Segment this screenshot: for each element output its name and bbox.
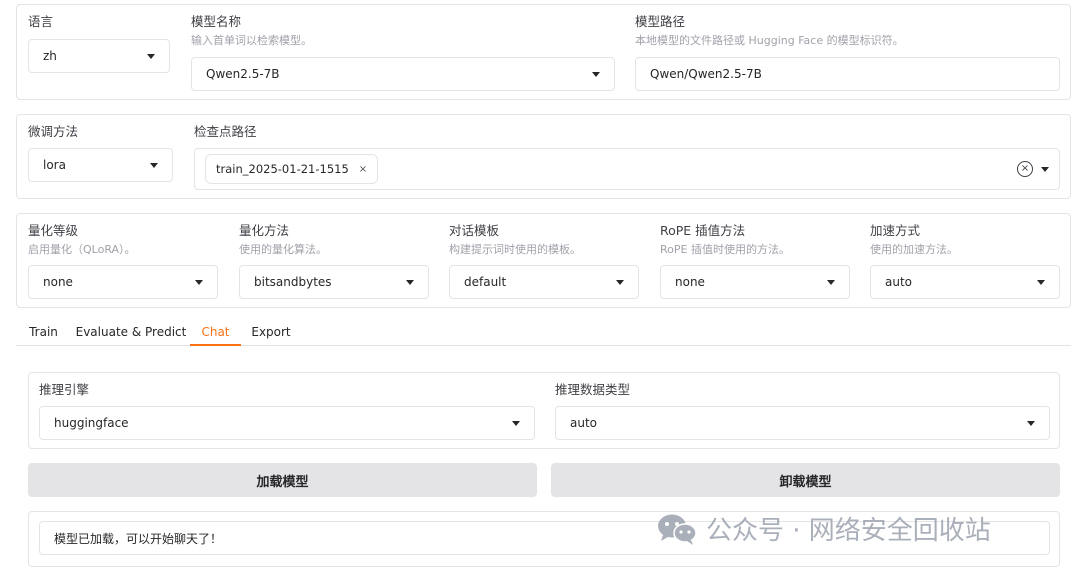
model-name-label: 模型名称 <box>191 14 242 29</box>
infer-backend-select[interactable]: huggingface <box>39 406 535 440</box>
template-label: 对话模板 <box>449 223 500 238</box>
chevron-down-icon <box>827 279 835 285</box>
chevron-down-icon <box>195 279 203 285</box>
finetune-method-select[interactable]: lora <box>28 148 173 182</box>
clear-icon[interactable]: × <box>1017 161 1033 177</box>
wechat-icon <box>658 514 697 545</box>
checkpoint-label: 检查点路径 <box>194 124 257 139</box>
infer-backend-label: 推理引擎 <box>39 382 90 397</box>
chevron-down-icon <box>406 279 414 285</box>
quant-method-value: bitsandbytes <box>254 275 332 289</box>
chevron-down-icon <box>147 53 155 59</box>
quant-method-info: 使用的量化算法。 <box>239 243 327 256</box>
tab-export[interactable]: Export <box>245 320 297 346</box>
model-path-field: 模型路径 本地模型的文件路径或 Hugging Face 的模型标识符。 <box>635 14 904 48</box>
language-field: 语言 <box>28 14 53 30</box>
chevron-down-icon <box>150 162 158 168</box>
quant-bit-info: 启用量化（QLoRA）。 <box>28 243 136 256</box>
quant-bit-value: none <box>43 275 73 289</box>
infer-backend-field: 推理引擎 <box>39 382 89 398</box>
quant-method-select[interactable]: bitsandbytes <box>239 265 429 299</box>
infer-dtype-select[interactable]: auto <box>555 406 1050 440</box>
model-name-value: Qwen2.5-7B <box>206 67 280 81</box>
infer-dtype-value: auto <box>570 416 598 430</box>
quant-method-label: 量化方法 <box>239 223 290 238</box>
language-label: 语言 <box>28 14 54 29</box>
template-info: 构建提示词时使用的模板。 <box>449 243 581 256</box>
quant-bit-label: 量化等级 <box>28 223 79 238</box>
rope-label: RoPE 插值方法 <box>660 223 746 238</box>
tab-evaluate-predict[interactable]: Evaluate & Predict <box>74 320 188 346</box>
booster-value: auto <box>885 275 913 289</box>
model-panel: 语言 zh 模型名称 输入首单词以检索模型。 Qwen2.5-7B 模型路径 本… <box>16 4 1071 100</box>
chevron-down-icon <box>616 279 624 285</box>
infer-dtype-field: 推理数据类型 <box>555 382 630 398</box>
model-path-input[interactable]: Qwen/Qwen2.5-7B <box>635 57 1060 91</box>
checkpoint-chip-list: train_2025-01-21-1515 × <box>205 154 1017 184</box>
finetune-panel: 微调方法 lora 检查点路径 train_2025-01-21-1515 × … <box>16 114 1071 199</box>
rope-value: none <box>675 275 705 289</box>
watermark: 公众号 · 网络安全回收站 <box>656 510 991 547</box>
booster-select[interactable]: auto <box>870 265 1060 299</box>
model-name-info: 输入首单词以检索模型。 <box>191 34 312 47</box>
chevron-down-icon <box>512 420 520 426</box>
tab-chat[interactable]: Chat <box>190 320 241 346</box>
model-path-value: Qwen/Qwen2.5-7B <box>650 67 762 81</box>
template-value: default <box>464 275 507 289</box>
infer-backend-value: huggingface <box>54 416 129 430</box>
rope-field: RoPE 插值方法 RoPE 插值时使用的方法。 <box>660 223 790 257</box>
checkpoint-multiselect[interactable]: train_2025-01-21-1515 × × <box>194 148 1060 190</box>
chevron-down-icon[interactable] <box>1041 166 1049 172</box>
language-select[interactable]: zh <box>28 39 170 73</box>
checkpoint-chip-label: train_2025-01-21-1515 <box>216 162 349 176</box>
quant-bit-field: 量化等级 启用量化（QLoRA）。 <box>28 223 136 257</box>
booster-label: 加速方式 <box>870 223 921 238</box>
rope-info: RoPE 插值时使用的方法。 <box>660 243 790 256</box>
quant-bit-select[interactable]: none <box>28 265 218 299</box>
model-name-select[interactable]: Qwen2.5-7B <box>191 57 615 91</box>
template-field: 对话模板 构建提示词时使用的模板。 <box>449 223 581 257</box>
tab-train[interactable]: Train <box>16 320 71 346</box>
chevron-down-icon <box>1037 279 1045 285</box>
finetune-method-value: lora <box>43 158 66 172</box>
template-select[interactable]: default <box>449 265 639 299</box>
model-path-label: 模型路径 <box>635 14 686 29</box>
chevron-down-icon <box>1027 420 1035 426</box>
checkpoint-chip: train_2025-01-21-1515 × <box>205 154 379 184</box>
language-value: zh <box>43 49 57 63</box>
chip-close-icon[interactable]: × <box>359 164 367 175</box>
booster-field: 加速方式 使用的加速方法。 <box>870 223 958 257</box>
finetune-method-label: 微调方法 <box>28 124 79 139</box>
unload-model-button[interactable]: 卸载模型 <box>551 463 1060 497</box>
tab-bar: Train Evaluate & Predict Chat Export <box>16 320 1071 346</box>
booster-info: 使用的加速方法。 <box>870 243 958 256</box>
finetune-method-field: 微调方法 <box>28 124 78 140</box>
checkpoint-field: 检查点路径 <box>194 124 257 140</box>
advanced-panel: 量化等级 启用量化（QLoRA）。 none 量化方法 使用的量化算法。 bit… <box>16 213 1071 308</box>
watermark-text: 公众号 · 网络安全回收站 <box>706 516 991 546</box>
quant-method-field: 量化方法 使用的量化算法。 <box>239 223 327 257</box>
chat-settings-panel: 推理引擎 huggingface 推理数据类型 auto <box>28 372 1060 449</box>
model-name-field: 模型名称 输入首单词以检索模型。 <box>191 14 312 48</box>
infer-dtype-label: 推理数据类型 <box>555 382 631 397</box>
rope-select[interactable]: none <box>660 265 850 299</box>
chevron-down-icon <box>592 71 600 77</box>
load-model-button[interactable]: 加载模型 <box>28 463 537 497</box>
model-path-info: 本地模型的文件路径或 Hugging Face 的模型标识符。 <box>635 34 904 47</box>
